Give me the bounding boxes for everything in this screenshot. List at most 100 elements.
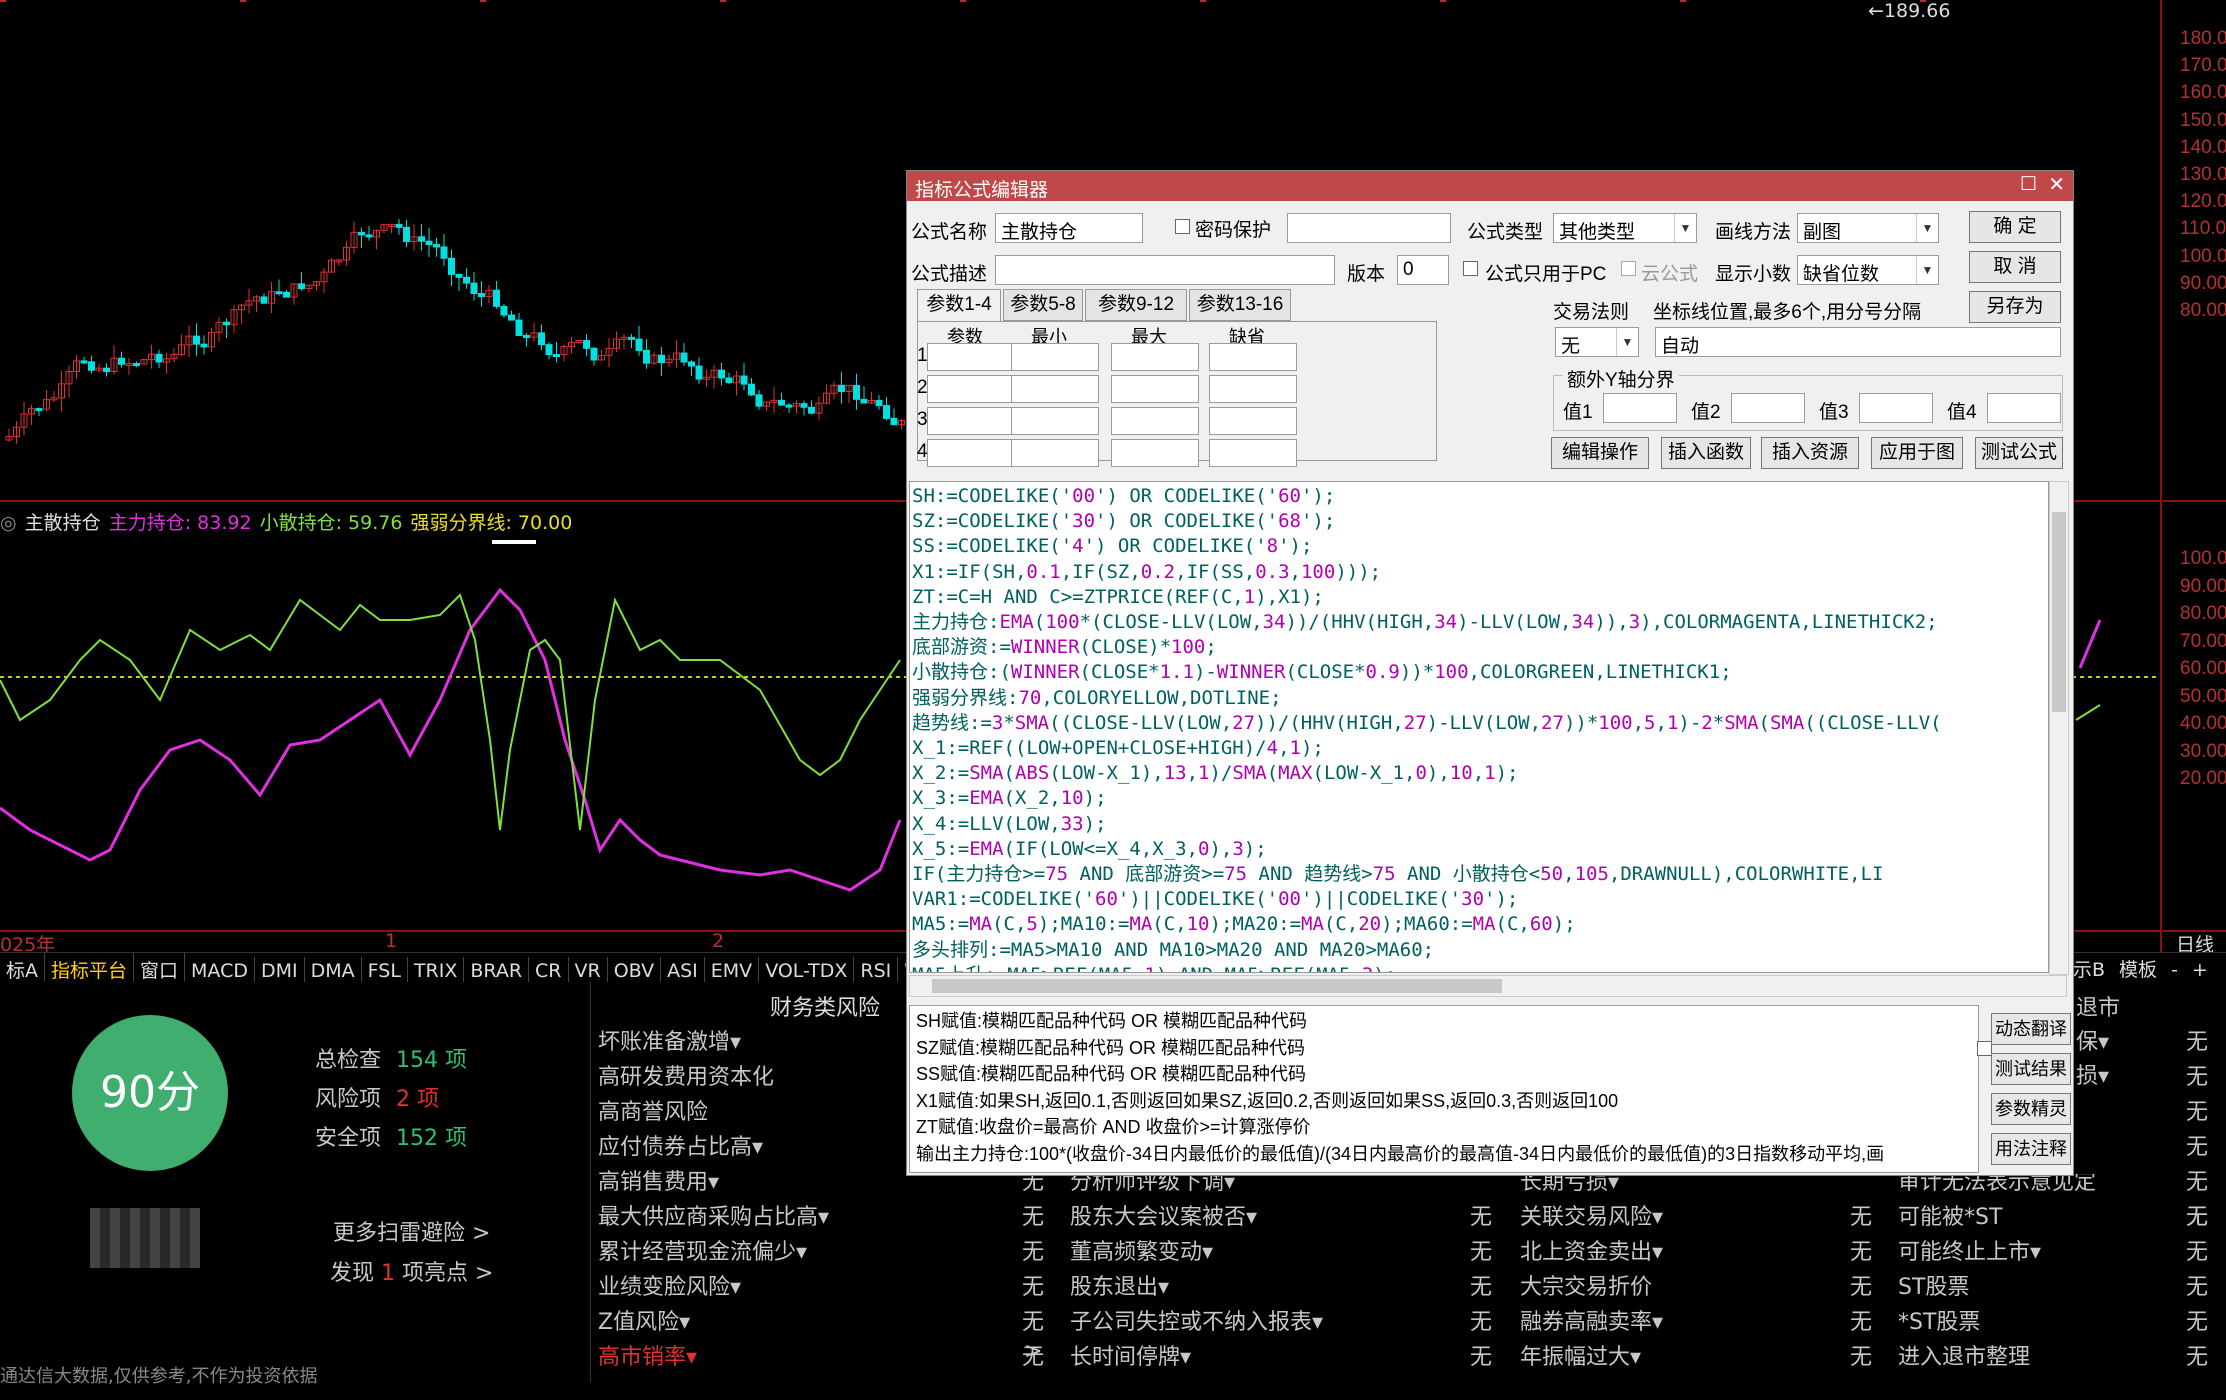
action-button[interactable]: 应用于图: [1871, 437, 1963, 469]
save-as-button[interactable]: 另存为: [1969, 291, 2061, 323]
param-cell[interactable]: [1011, 343, 1099, 371]
code-hscrollbar[interactable]: [909, 975, 2067, 997]
risk-item[interactable]: 高销售费用▾: [598, 1164, 719, 1196]
indicator-tab[interactable]: DMI: [255, 957, 305, 982]
action-button[interactable]: 编辑操作: [1551, 437, 1649, 469]
more-scan-link[interactable]: 更多扫雷避险 >: [333, 1215, 490, 1247]
ok-button[interactable]: 确 定: [1969, 211, 2061, 243]
draw-select[interactable]: 副图 ▼: [1797, 213, 1939, 243]
y-value-input[interactable]: [1987, 393, 2061, 423]
code-vscrollbar[interactable]: [2049, 481, 2069, 975]
param-cell[interactable]: [1209, 343, 1297, 371]
param-tab[interactable]: 参数5-8: [1003, 289, 1083, 321]
risk-item[interactable]: 进入退市整理: [1898, 1339, 2030, 1371]
explain-checkbox[interactable]: [1977, 1041, 1992, 1056]
indicator-tab[interactable]: FSL: [362, 957, 408, 982]
risk-item[interactable]: Z值风险▾: [598, 1304, 690, 1336]
param-cell[interactable]: [1011, 439, 1099, 467]
indicator-tab[interactable]: VOL-TDX: [759, 957, 855, 982]
risk-item[interactable]: 可能终止上市▾: [1898, 1234, 2041, 1266]
risk-item[interactable]: 高研发费用资本化: [598, 1059, 774, 1091]
risk-item[interactable]: 北上资金卖出▾: [1520, 1234, 1663, 1266]
param-cell[interactable]: [1011, 407, 1099, 435]
risk-item[interactable]: 股东大会议案被否▾: [1070, 1199, 1257, 1231]
y-value-input[interactable]: [1859, 393, 1933, 423]
risk-item[interactable]: 退市: [2076, 990, 2120, 1022]
action-button[interactable]: 测试公式: [1975, 437, 2063, 469]
y-value-input[interactable]: [1603, 393, 1677, 423]
action-button[interactable]: 插入资源: [1761, 437, 1859, 469]
risk-item[interactable]: *ST股票: [1898, 1304, 1980, 1336]
tab-right-item[interactable]: 模板: [2112, 952, 2164, 985]
param-cell[interactable]: [1111, 439, 1199, 467]
formula-code-editor[interactable]: SH:=CODELIKE('00') OR CODELIKE('60'); SZ:…: [909, 481, 2049, 973]
risk-item[interactable]: 可能被*ST: [1898, 1199, 2002, 1231]
risk-item[interactable]: 高市销率▾: [598, 1339, 697, 1371]
param-cell[interactable]: [1111, 343, 1199, 371]
risk-item[interactable]: 董高频繁变动▾: [1070, 1234, 1213, 1266]
side-button[interactable]: 参数精灵: [1991, 1093, 2071, 1125]
indicator-tab[interactable]: TRIX: [408, 957, 465, 982]
maximize-icon[interactable]: ☐: [2020, 173, 2037, 196]
indicator-tab[interactable]: EMV: [705, 957, 760, 982]
param-tab[interactable]: 参数9-12: [1085, 289, 1187, 321]
cancel-button[interactable]: 取 消: [1969, 251, 2061, 283]
risk-item[interactable]: 保▾: [2076, 1024, 2109, 1056]
param-cell[interactable]: [1209, 375, 1297, 403]
password-input[interactable]: [1287, 213, 1451, 243]
param-cell[interactable]: [1011, 375, 1099, 403]
indicator-tab[interactable]: BRAR: [464, 957, 530, 982]
indicator-tab[interactable]: MACD: [185, 957, 255, 982]
coord-input[interactable]: 自动: [1655, 327, 2061, 357]
indicator-tab[interactable]: ASI: [661, 957, 705, 982]
side-button[interactable]: 动态翻译: [1991, 1013, 2071, 1045]
risk-item[interactable]: 关联交易风险▾: [1520, 1199, 1663, 1231]
risk-item[interactable]: 子公司失控或不纳入报表▾: [1070, 1304, 1323, 1336]
indicator-tab[interactable]: 标A: [0, 953, 45, 982]
param-tab[interactable]: 参数13-16: [1189, 289, 1291, 321]
side-button[interactable]: 用法注释: [1991, 1133, 2071, 1165]
action-button[interactable]: 插入函数: [1661, 437, 1751, 469]
indicator-tab[interactable]: 指标平台: [45, 953, 135, 982]
risk-item[interactable]: ST股票: [1898, 1269, 1969, 1301]
risk-item[interactable]: 累计经营现金流偏少▾: [598, 1234, 807, 1266]
risk-item[interactable]: 高商誉风险: [598, 1094, 708, 1126]
decimal-select[interactable]: 缺省位数 ▼: [1797, 255, 1939, 285]
param-cell[interactable]: [1209, 439, 1297, 467]
indicator-tab[interactable]: CR: [529, 957, 569, 982]
risk-item[interactable]: 年振幅过大▾: [1520, 1339, 1641, 1371]
param-cell[interactable]: [1111, 407, 1199, 435]
param-cell[interactable]: [1111, 375, 1199, 403]
close-icon[interactable]: ✕: [2048, 172, 2065, 197]
trade-select[interactable]: 无 ▼: [1555, 327, 1639, 357]
indicator-tab[interactable]: DMA: [305, 957, 362, 982]
y-value-input[interactable]: [1731, 393, 1805, 423]
cloud-checkbox[interactable]: [1621, 261, 1636, 276]
name-input[interactable]: 主散持仓: [995, 213, 1143, 243]
arrow-icon[interactable]: >: [1024, 1339, 1042, 1364]
highlight-link[interactable]: 发现 1 项亮点 >: [330, 1255, 493, 1287]
risk-item[interactable]: 融券高融卖率▾: [1520, 1304, 1663, 1336]
risk-item[interactable]: 股东退出▾: [1070, 1269, 1169, 1301]
risk-item[interactable]: 损▾: [2076, 1058, 2109, 1090]
type-select[interactable]: 其他类型 ▼: [1553, 213, 1697, 243]
password-checkbox[interactable]: [1175, 219, 1190, 234]
risk-item[interactable]: 应付债券占比高▾: [598, 1129, 763, 1161]
param-tab[interactable]: 参数1-4: [917, 289, 1001, 321]
indicator-tab[interactable]: RSI: [854, 957, 899, 982]
risk-item[interactable]: 业绩变脸风险▾: [598, 1269, 741, 1301]
side-button[interactable]: 测试结果: [1991, 1053, 2071, 1085]
param-cell[interactable]: [1209, 407, 1297, 435]
risk-item[interactable]: 坏账准备激增▾: [598, 1024, 741, 1056]
risk-item[interactable]: 长时间停牌▾: [1070, 1339, 1191, 1371]
indicator-tab[interactable]: 窗口: [134, 953, 186, 982]
desc-input[interactable]: [995, 255, 1335, 285]
indicator-tab[interactable]: OBV: [608, 957, 662, 982]
version-input[interactable]: 0: [1397, 255, 1449, 285]
risk-item[interactable]: 最大供应商采购占比高▾: [598, 1199, 829, 1231]
pc-only-checkbox[interactable]: [1463, 261, 1478, 276]
risk-item[interactable]: 大宗交易折价: [1520, 1269, 1652, 1301]
tab-right-item[interactable]: -: [2164, 956, 2185, 984]
indicator-tab[interactable]: VR: [569, 957, 608, 982]
tab-right-item[interactable]: +: [2185, 956, 2215, 984]
